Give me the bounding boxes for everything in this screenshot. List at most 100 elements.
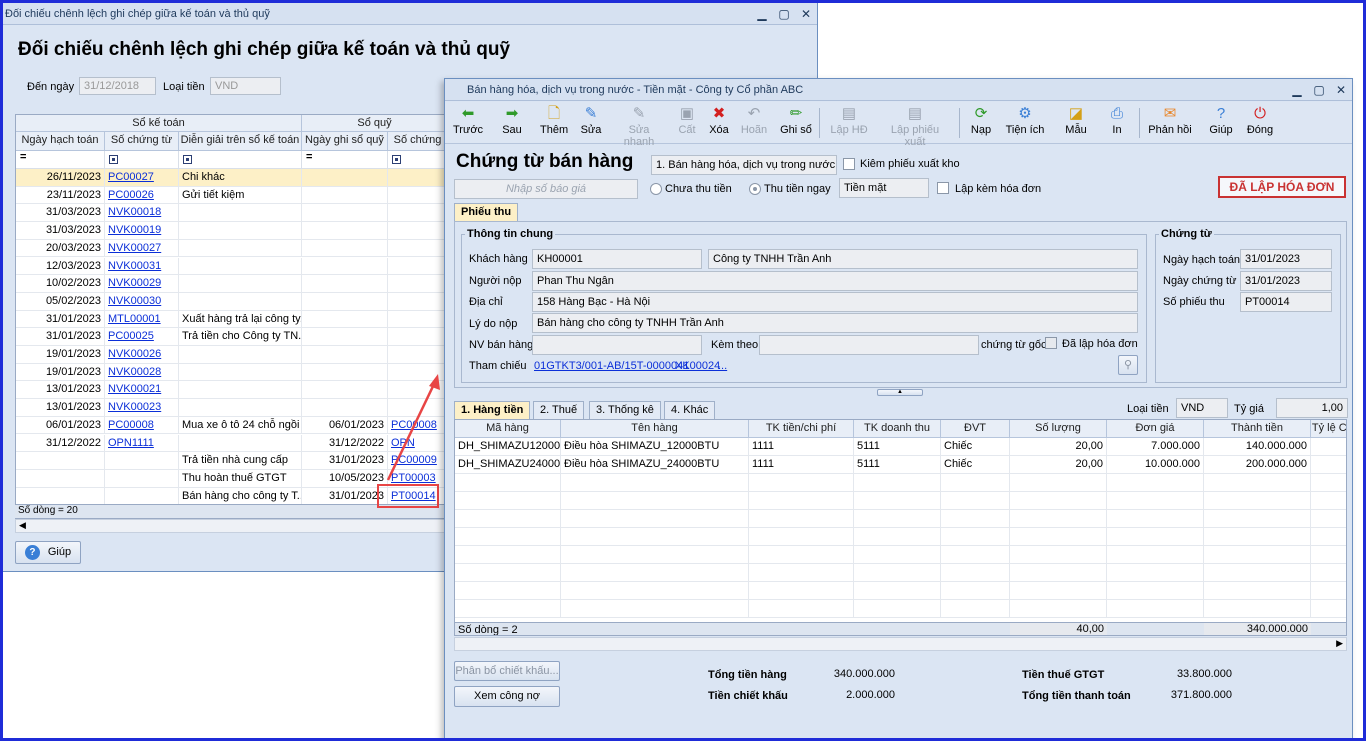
table-cell[interactable] <box>941 546 1010 563</box>
doc-link[interactable]: NVK00023 <box>108 401 161 413</box>
table-cell[interactable]: Chiếc <box>941 456 1010 473</box>
table-row[interactable]: 26/11/2023 PC00027 Chi khác <box>16 169 446 187</box>
col-header[interactable]: TK doanh thu <box>854 420 941 438</box>
receipt-no-field[interactable]: PT00014 <box>1240 292 1332 312</box>
col-header[interactable]: Mã hàng <box>455 420 561 438</box>
paid-radio[interactable] <box>749 183 761 195</box>
filter-equals-icon[interactable]: = <box>16 151 105 168</box>
reason-field[interactable]: Bán hàng cho công ty TNHH Trần Anh <box>532 313 1138 333</box>
table-cell[interactable] <box>941 492 1010 509</box>
doc-link[interactable]: PC00008 <box>108 419 154 431</box>
rate-field[interactable]: 1,00 <box>1276 398 1348 418</box>
tab-receipt[interactable]: Phiếu thu <box>454 203 519 221</box>
filter-equals-icon[interactable]: = <box>302 151 388 168</box>
doc-date-field[interactable]: 31/01/2023 <box>1240 271 1332 291</box>
doc-link[interactable]: NVK00029 <box>108 277 161 289</box>
table-cell[interactable] <box>1107 582 1204 599</box>
table-cell[interactable] <box>1311 456 1346 473</box>
doc-link[interactable]: NVK00028 <box>108 366 161 378</box>
col-header[interactable]: Tên hàng <box>561 420 749 438</box>
feedback-button[interactable]: ✉ Phản hồi <box>1147 104 1193 136</box>
tab-goods[interactable]: 1. Hàng tiền <box>454 401 531 419</box>
doc-link[interactable]: MTL00001 <box>108 313 161 325</box>
col-header[interactable]: Thành tiền <box>1204 420 1311 438</box>
table-cell[interactable] <box>1204 546 1311 563</box>
col-header[interactable]: ĐVT <box>941 420 1010 438</box>
table-cell[interactable] <box>1311 546 1346 563</box>
table-cell[interactable] <box>1311 474 1346 491</box>
table-cell[interactable] <box>1107 564 1204 581</box>
doc-link[interactable]: NVK00027 <box>108 242 161 254</box>
table-cell[interactable] <box>1010 564 1107 581</box>
table-cell[interactable] <box>854 528 941 545</box>
table-cell[interactable]: 5111 <box>854 456 941 473</box>
col-doc-no[interactable]: Số chứng từ <box>105 132 179 151</box>
maximize-icon[interactable]: ▢ <box>773 7 795 21</box>
doc-link[interactable]: PC00025 <box>108 330 154 342</box>
table-cell[interactable] <box>1010 582 1107 599</box>
table-cell[interactable] <box>854 600 941 617</box>
tab-stats[interactable]: 3. Thống kê <box>589 401 661 419</box>
table-cell[interactable] <box>749 582 854 599</box>
table-row[interactable] <box>455 600 1346 618</box>
table-cell[interactable] <box>1010 600 1107 617</box>
table-cell[interactable]: 200.000.000 <box>1204 456 1311 473</box>
table-cell[interactable]: 20,00 <box>1010 456 1107 473</box>
doc-link[interactable]: PC00026 <box>108 189 154 201</box>
table-cell[interactable] <box>749 474 854 491</box>
col-header[interactable]: Đơn giá <box>1107 420 1204 438</box>
minimize-icon[interactable]: ▁ <box>1286 83 1308 97</box>
address-field[interactable]: 158 Hàng Bạc - Hà Nội <box>532 292 1138 312</box>
table-cell[interactable] <box>455 600 561 617</box>
help-button[interactable]: ? Giúp <box>1205 104 1237 136</box>
table-cell[interactable] <box>1107 492 1204 509</box>
table-cell[interactable] <box>1107 528 1204 545</box>
table-cell[interactable] <box>1107 600 1204 617</box>
table-cell[interactable] <box>1311 582 1346 599</box>
table-cell[interactable] <box>1311 510 1346 527</box>
ref-link-invoice[interactable]: 01GTKT3/001-AB/15T-0000041 <box>534 360 689 372</box>
table-cell[interactable] <box>561 492 749 509</box>
col-header[interactable]: TK tiền/chi phí <box>749 420 854 438</box>
table-cell[interactable] <box>941 528 1010 545</box>
table-row[interactable]: 31/03/2023 NVK00019 <box>16 222 446 240</box>
table-row[interactable] <box>455 528 1346 546</box>
table-cell[interactable] <box>1311 528 1346 545</box>
table-row[interactable] <box>455 474 1346 492</box>
doc-link[interactable]: OPN1111 <box>108 437 154 449</box>
template-button[interactable]: ◪ Mẫu <box>1063 104 1089 136</box>
payer-field[interactable]: Phan Thu Ngân <box>532 271 1138 291</box>
col-description[interactable]: Diễn giải trên sổ kế toán <box>179 132 302 151</box>
table-cell[interactable] <box>941 510 1010 527</box>
table-cell[interactable] <box>749 600 854 617</box>
table-row[interactable]: DH_SHIMAZU24000 Điều hòa SHIMAZU_24000BTU… <box>455 456 1346 474</box>
table-cell[interactable] <box>1204 474 1311 491</box>
table-row[interactable]: 19/01/2023 NVK00026 <box>16 346 446 364</box>
table-cell[interactable] <box>1010 528 1107 545</box>
doc-link[interactable]: PC00027 <box>108 171 154 183</box>
table-row[interactable]: 31/01/2023 MTL00001 Xuất hàng trả lại công… <box>16 310 446 329</box>
table-cell[interactable]: Chiếc <box>941 438 1010 455</box>
table-cell[interactable] <box>941 600 1010 617</box>
ref-link-more[interactable]: ... <box>718 360 727 372</box>
post-date-field[interactable]: 31/01/2023 <box>1240 249 1332 269</box>
table-cell[interactable] <box>854 510 941 527</box>
filter-icon[interactable] <box>179 151 302 168</box>
table-cell[interactable] <box>1010 546 1107 563</box>
discount-allocate-button[interactable]: Phân bổ chiết khấu... <box>454 661 560 681</box>
table-cell[interactable] <box>1204 600 1311 617</box>
currency-field[interactable]: VND <box>210 77 281 95</box>
table-cell[interactable] <box>1107 474 1204 491</box>
table-cell[interactable] <box>749 510 854 527</box>
table-cell[interactable]: DH_SHIMAZU12000 <box>455 438 561 455</box>
table-cell[interactable] <box>941 582 1010 599</box>
table-cell[interactable] <box>561 564 749 581</box>
table-cell[interactable] <box>1204 492 1311 509</box>
table-cell[interactable] <box>854 492 941 509</box>
table-cell[interactable]: 1111 <box>749 456 854 473</box>
table-cell[interactable] <box>455 546 561 563</box>
table-cell[interactable] <box>455 564 561 581</box>
reload-button[interactable]: ⟳ Nạp <box>969 104 993 136</box>
table-cell[interactable] <box>749 546 854 563</box>
table-row[interactable]: 31/01/2023 PC00025 Trả tiền cho Công ty TN… <box>16 328 446 346</box>
